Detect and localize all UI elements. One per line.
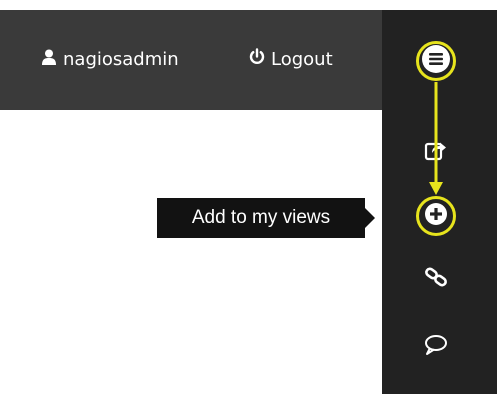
link-icon [423,264,449,294]
hamburger-menu-icon [421,44,451,78]
comment-icon [424,334,448,360]
logout-button[interactable]: Logout [249,47,333,71]
user-icon [42,49,56,70]
tooltip: Add to my views [157,198,365,238]
logout-label: Logout [271,48,333,70]
share-button[interactable] [419,135,453,169]
link-button[interactable] [419,262,453,296]
plus-circle-icon [424,202,448,230]
menu-button[interactable] [416,41,456,81]
tooltip-text: Add to my views [191,207,331,228]
tooltip-pointer [365,208,375,228]
share-icon [423,137,449,167]
comment-button[interactable] [419,330,453,364]
add-to-my-views-button[interactable] [416,196,456,236]
user-menu[interactable]: nagiosadmin [42,47,179,71]
power-icon [249,48,265,70]
username-label: nagiosadmin [63,48,179,70]
